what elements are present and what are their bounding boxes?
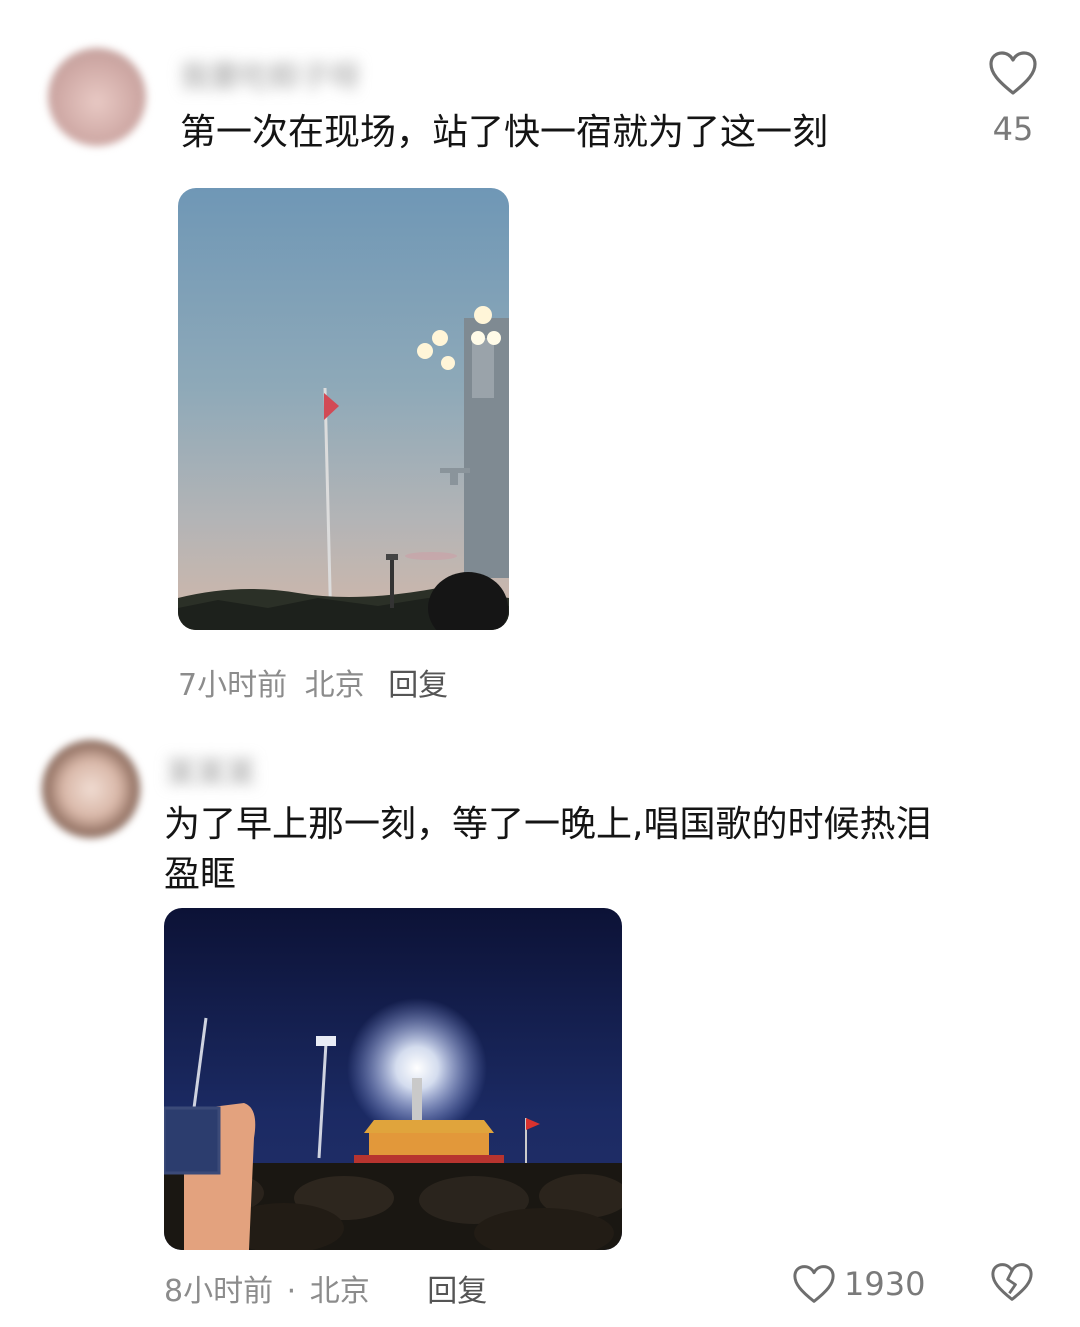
dislike-button[interactable] (990, 1262, 1034, 1302)
flag-photo (178, 188, 509, 630)
comment-location: 北京 (304, 668, 365, 703)
reply-button[interactable]: 回复 (388, 668, 448, 703)
like-count: 1930 (844, 1265, 926, 1303)
comment-text: 为了早上那一刻，等了一晚上,唱国歌的时候热泪 盈眶 (164, 800, 931, 900)
comment-meta: 7小时前 北京 回复 (178, 660, 448, 704)
comment-time: 8小时前 (164, 1274, 274, 1309)
heart-icon (989, 51, 1037, 95)
comment-location: 北京 (309, 1274, 370, 1309)
like-count: 45 (992, 110, 1034, 148)
comment-text-line: 为了早上那一刻，等了一晚上,唱国歌的时候热泪 (164, 804, 932, 845)
comment-text: 第一次在现场，站了快一宿就为了这一刻 (180, 112, 829, 153)
comment-time: 7小时前 (178, 668, 288, 703)
meta-separator: · (286, 1274, 297, 1309)
tiananmen-night-photo (164, 908, 622, 1250)
reply-button[interactable]: 回复 (427, 1274, 487, 1309)
comment-photo[interactable] (164, 908, 622, 1250)
username[interactable]: 我要吃粽子呀 (180, 52, 360, 96)
like-button[interactable]: 1930 (792, 1262, 925, 1306)
like-button[interactable]: 45 (984, 50, 1042, 160)
heart-icon (793, 1265, 835, 1303)
comment-photo[interactable] (178, 188, 509, 630)
comment-meta: 8小时前 · 北京 回复 (164, 1266, 487, 1310)
avatar[interactable] (48, 48, 146, 146)
comment-text-line: 盈眶 (164, 854, 237, 895)
broken-heart-icon (991, 1263, 1033, 1301)
avatar[interactable] (42, 740, 140, 838)
username[interactable]: 某某某 (166, 748, 256, 792)
